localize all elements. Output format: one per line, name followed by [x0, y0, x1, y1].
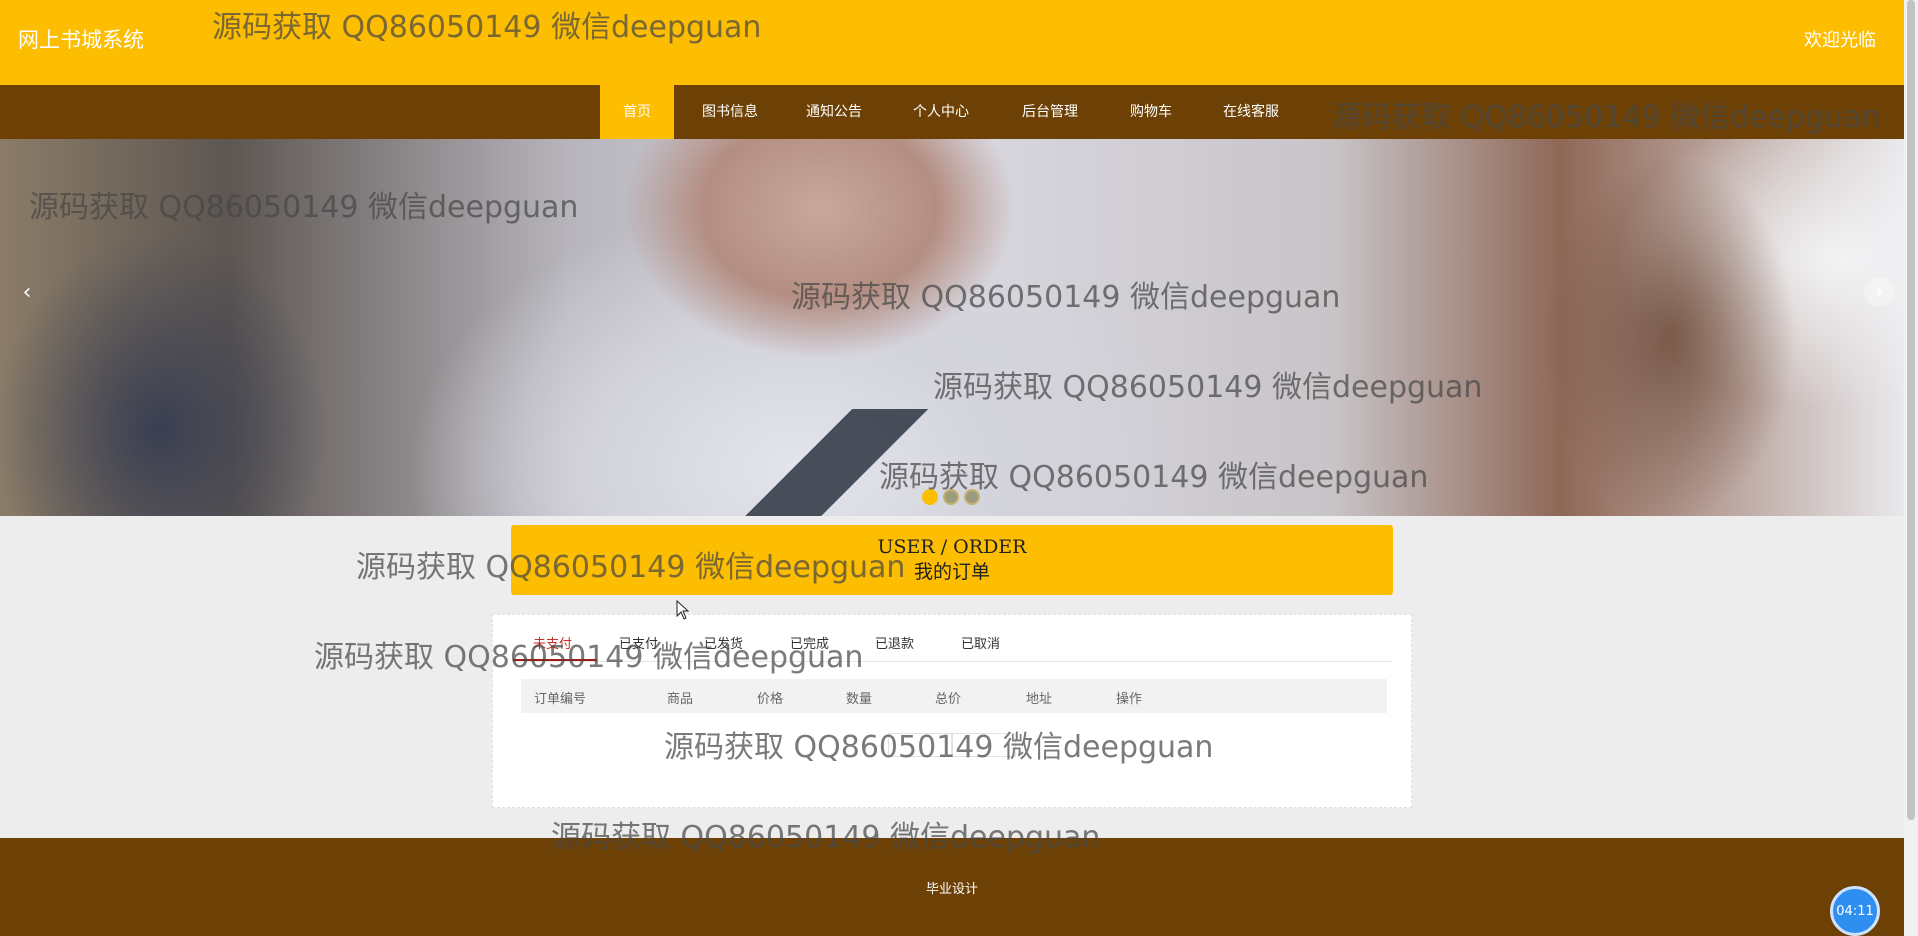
nav-item-home[interactable]: 首页	[600, 85, 674, 139]
scrollbar-thumb[interactable]	[1907, 0, 1915, 820]
main-nav: 首页 图书信息 通知公告 个人中心 后台管理 购物车 在线客服	[0, 85, 1904, 139]
nav-item-notices[interactable]: 通知公告	[790, 85, 878, 139]
order-title-cn: 我的订单	[913, 561, 990, 583]
nav-item-cart[interactable]: 购物车	[1107, 85, 1195, 139]
page-scrollbar[interactable]	[1904, 0, 1918, 936]
top-header: 网上书城系统 欢迎光临	[0, 0, 1904, 85]
tab-completed[interactable]: 已完成	[790, 633, 829, 652]
column-quantity: 数量	[846, 692, 873, 707]
column-total: 总价	[935, 692, 962, 707]
banner-image-detail	[700, 409, 960, 516]
nav-item-admin[interactable]: 后台管理	[1006, 85, 1094, 139]
carousel-indicators	[922, 489, 980, 505]
order-title-en: USER / ORDER	[877, 536, 1027, 558]
column-order-id: 订单编号	[534, 692, 587, 707]
tab-refunded[interactable]: 已退款	[875, 633, 914, 652]
pagination-prev-button[interactable]	[888, 733, 952, 757]
order-panel: 未支付 已支付 已发货 已完成 已退款 已取消 订单编号 商品 价格 数量 总价…	[492, 614, 1412, 808]
carousel-next-icon[interactable]: ›	[1864, 277, 1894, 307]
active-tab-underline	[513, 659, 597, 661]
site-title: 网上书城系统	[18, 28, 144, 52]
pagination-next-button[interactable]	[952, 733, 1016, 757]
footer-text: 毕业设计	[925, 882, 978, 897]
column-product: 商品	[667, 692, 694, 707]
tab-paid[interactable]: 已支付	[619, 633, 658, 652]
carousel-prev-icon[interactable]: ‹	[12, 277, 42, 307]
footer: 毕业设计	[0, 838, 1904, 936]
column-actions: 操作	[1116, 692, 1143, 707]
order-section-title: USER / ORDER 我的订单	[511, 525, 1393, 595]
carousel-dot-1[interactable]	[922, 489, 938, 505]
nav-item-books[interactable]: 图书信息	[686, 85, 774, 139]
nav-item-support[interactable]: 在线客服	[1207, 85, 1295, 139]
carousel-dot-2[interactable]	[943, 489, 959, 505]
timer-badge[interactable]: 04:11	[1830, 886, 1880, 936]
tab-shipped[interactable]: 已发货	[704, 633, 743, 652]
tab-unpaid[interactable]: 未支付	[533, 633, 572, 652]
pagination	[888, 733, 1016, 757]
carousel-dot-3[interactable]	[964, 489, 980, 505]
mouse-cursor-icon	[676, 600, 690, 620]
order-status-tabs: 未支付 已支付 已发货 已完成 已退款 已取消	[513, 615, 1393, 662]
welcome-text: 欢迎光临	[1804, 30, 1876, 51]
column-price: 价格	[757, 692, 784, 707]
column-address: 地址	[1026, 692, 1053, 707]
tab-cancelled[interactable]: 已取消	[961, 633, 1000, 652]
banner-carousel[interactable]	[0, 139, 1904, 516]
order-table-header: 订单编号 商品 价格 数量 总价 地址 操作	[521, 679, 1387, 713]
nav-item-profile[interactable]: 个人中心	[897, 85, 985, 139]
